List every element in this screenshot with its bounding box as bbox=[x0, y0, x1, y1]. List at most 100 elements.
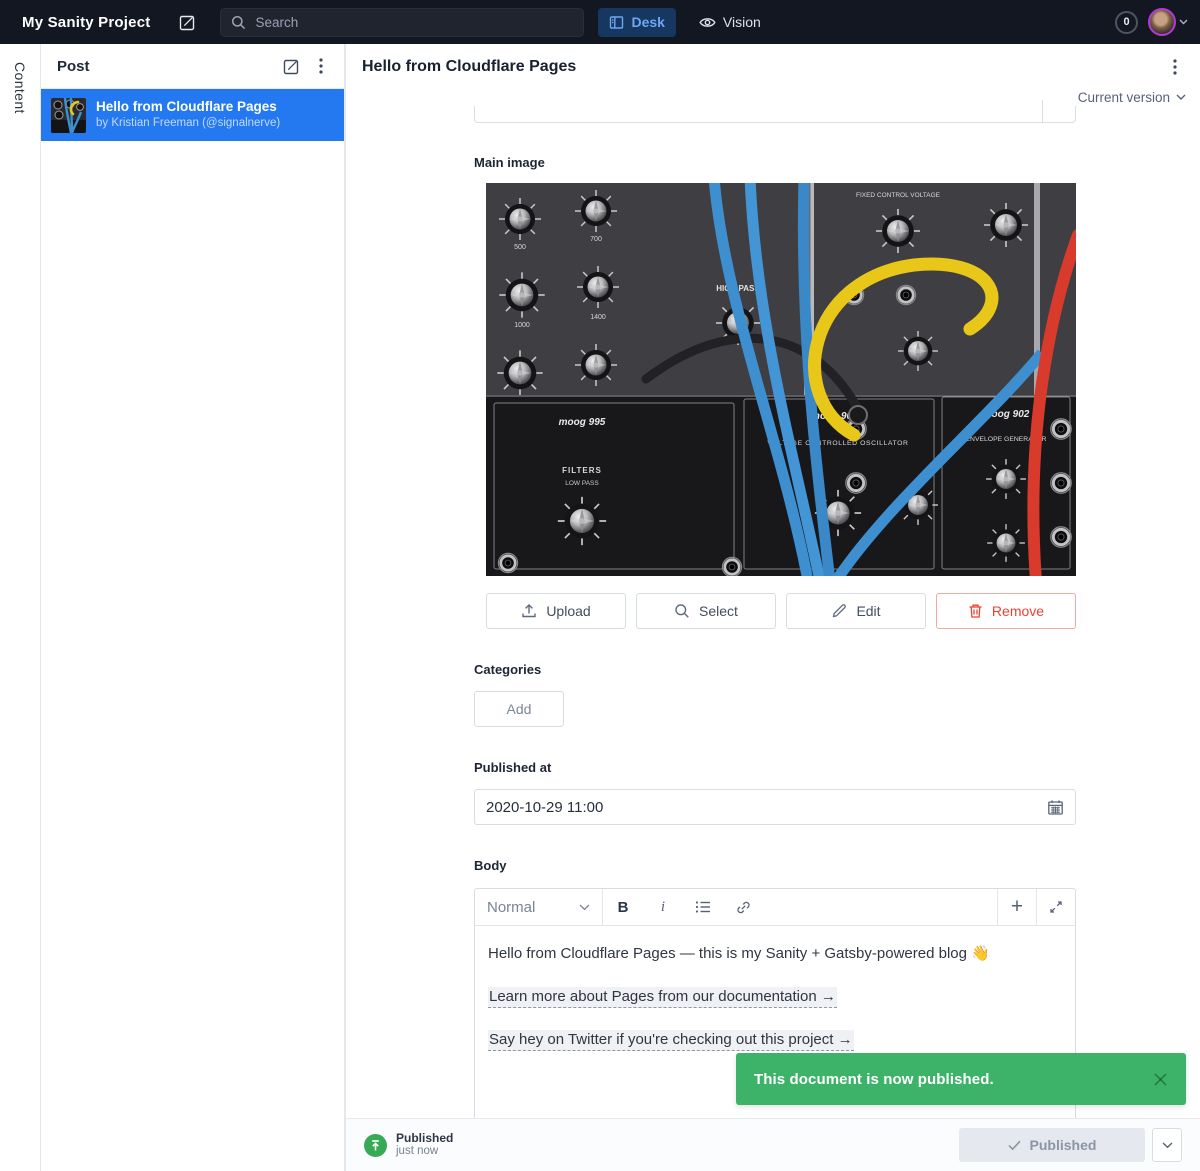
document-header: Hello from Cloudflare Pages bbox=[346, 44, 1200, 89]
svg-text:1000: 1000 bbox=[514, 322, 530, 329]
version-label: Current version bbox=[1078, 90, 1170, 105]
svg-text:500: 500 bbox=[514, 244, 526, 251]
publish-status: Published just now bbox=[396, 1131, 453, 1159]
publish-menu-button[interactable] bbox=[1152, 1128, 1182, 1162]
publish-button[interactable]: Published bbox=[959, 1128, 1145, 1162]
link-button[interactable] bbox=[723, 889, 763, 925]
search-input[interactable] bbox=[255, 15, 573, 30]
left-rail: Content bbox=[0, 44, 40, 1171]
chevron-down-icon bbox=[1179, 19, 1188, 25]
publish-status-title: Published bbox=[396, 1131, 453, 1145]
published-at-input[interactable] bbox=[486, 799, 1047, 816]
clipped-field[interactable] bbox=[474, 106, 1076, 123]
avatar bbox=[1148, 8, 1176, 36]
pencil-icon bbox=[831, 603, 847, 619]
compose-icon bbox=[179, 14, 196, 31]
search-input-wrap bbox=[220, 8, 584, 37]
vision-label: Vision bbox=[723, 14, 761, 30]
version-selector[interactable]: Current version bbox=[1078, 90, 1186, 105]
navbar-right: 0 bbox=[1115, 8, 1188, 36]
trash-icon bbox=[968, 603, 983, 619]
italic-button[interactable]: i bbox=[643, 889, 683, 925]
kebab-icon bbox=[1173, 59, 1177, 75]
kebab-icon bbox=[319, 58, 323, 74]
calendar-icon[interactable] bbox=[1047, 799, 1064, 816]
expand-editor-button[interactable] bbox=[1036, 889, 1075, 925]
publish-status-time: just now bbox=[396, 1145, 453, 1159]
publish-button-label: Published bbox=[1030, 1137, 1097, 1153]
svg-text:700: 700 bbox=[590, 236, 602, 243]
toast-close-button[interactable] bbox=[1153, 1072, 1168, 1087]
document-title: Hello from Cloudflare Pages bbox=[362, 58, 576, 76]
main-image-label: Main image bbox=[474, 155, 545, 170]
post-item-texts: Hello from Cloudflare Pages by Kristian … bbox=[96, 99, 280, 132]
select-button[interactable]: Select bbox=[636, 593, 776, 629]
post-item-title: Hello from Cloudflare Pages bbox=[96, 99, 280, 116]
chevron-down-icon bbox=[579, 904, 590, 911]
notifications-badge[interactable]: 0 bbox=[1115, 11, 1138, 34]
published-status-icon bbox=[364, 1134, 387, 1157]
style-value: Normal bbox=[487, 899, 535, 916]
project-title: My Sanity Project bbox=[22, 14, 150, 31]
post-item-subtitle: by Kristian Freeman (@signalnerve) bbox=[96, 116, 280, 131]
toolbar-right: + bbox=[997, 889, 1075, 925]
post-list-pane: Post bbox=[40, 44, 345, 1171]
eye-icon bbox=[699, 16, 716, 29]
style-select[interactable]: Normal bbox=[475, 889, 603, 925]
published-at-label: Published at bbox=[474, 760, 551, 775]
photo-label: FIXED CONTROL VOLTAGE bbox=[856, 192, 941, 199]
upload-label: Upload bbox=[546, 603, 590, 619]
desk-label: Desk bbox=[631, 14, 664, 30]
body-paragraph: Hello from Cloudflare Pages — this is my… bbox=[488, 943, 1062, 965]
photo-label: moog 995 bbox=[559, 417, 606, 428]
desk-icon bbox=[609, 15, 624, 30]
chevron-down-icon bbox=[1162, 1142, 1173, 1149]
pane-menu-button[interactable] bbox=[306, 51, 336, 81]
check-icon bbox=[1008, 1140, 1021, 1151]
add-category-button[interactable]: Add bbox=[474, 691, 564, 727]
content-tab[interactable]: Content bbox=[12, 62, 28, 114]
clipped-field-divider bbox=[1042, 100, 1043, 122]
body-label: Body bbox=[474, 858, 507, 873]
bullet-list-button[interactable] bbox=[683, 889, 723, 925]
bold-button[interactable]: B bbox=[603, 889, 643, 925]
new-document-button[interactable] bbox=[172, 7, 202, 37]
select-label: Select bbox=[699, 603, 738, 619]
insert-block-button[interactable]: + bbox=[997, 889, 1036, 925]
pane-title: Post bbox=[57, 58, 90, 75]
user-menu[interactable] bbox=[1148, 8, 1188, 36]
body-link-twitter[interactable]: Say hey on Twitter if you're checking ou… bbox=[488, 1030, 854, 1051]
tab-desk[interactable]: Desk bbox=[598, 8, 675, 37]
link-icon bbox=[736, 900, 751, 915]
remove-button[interactable]: Remove bbox=[936, 593, 1076, 629]
image-button-row: Upload Select Edit bbox=[486, 593, 1076, 629]
footer-actions: Published bbox=[959, 1128, 1182, 1162]
search-icon bbox=[231, 15, 246, 30]
categories-label: Categories bbox=[474, 662, 541, 677]
published-at-field bbox=[474, 789, 1076, 825]
close-icon bbox=[1153, 1072, 1168, 1087]
editor-toolbar: Normal B i bbox=[475, 889, 1075, 926]
document-pane: Hello from Cloudflare Pages Current vers… bbox=[345, 44, 1200, 1171]
bullet-list-icon bbox=[695, 900, 711, 914]
sanity-studio: My Sanity Project bbox=[0, 0, 1200, 1171]
photo-label: FILTERS bbox=[562, 466, 602, 475]
publish-toast: This document is now published. bbox=[736, 1053, 1186, 1105]
tab-vision[interactable]: Vision bbox=[688, 8, 772, 37]
post-thumbnail bbox=[51, 98, 86, 133]
edit-button[interactable]: Edit bbox=[786, 593, 926, 629]
create-post-button[interactable] bbox=[276, 51, 306, 81]
post-list-item-selected[interactable]: Hello from Cloudflare Pages by Kristian … bbox=[41, 89, 344, 141]
post-pane-header: Post bbox=[41, 44, 344, 89]
svg-text:1400: 1400 bbox=[590, 314, 606, 321]
document-footer: Published just now Published bbox=[346, 1118, 1200, 1171]
remove-label: Remove bbox=[992, 603, 1044, 619]
upload-button[interactable]: Upload bbox=[486, 593, 626, 629]
main-image-photo[interactable]: 500 700 1000 1400 HIGH PASS FIXED CONTRO… bbox=[486, 183, 1076, 576]
compose-icon bbox=[283, 58, 300, 75]
document-menu-button[interactable] bbox=[1160, 52, 1190, 82]
edit-label: Edit bbox=[856, 603, 880, 619]
upload-icon bbox=[521, 603, 537, 619]
body-link-documentation[interactable]: Learn more about Pages from our document… bbox=[488, 987, 837, 1008]
toast-message: This document is now published. bbox=[754, 1071, 994, 1088]
